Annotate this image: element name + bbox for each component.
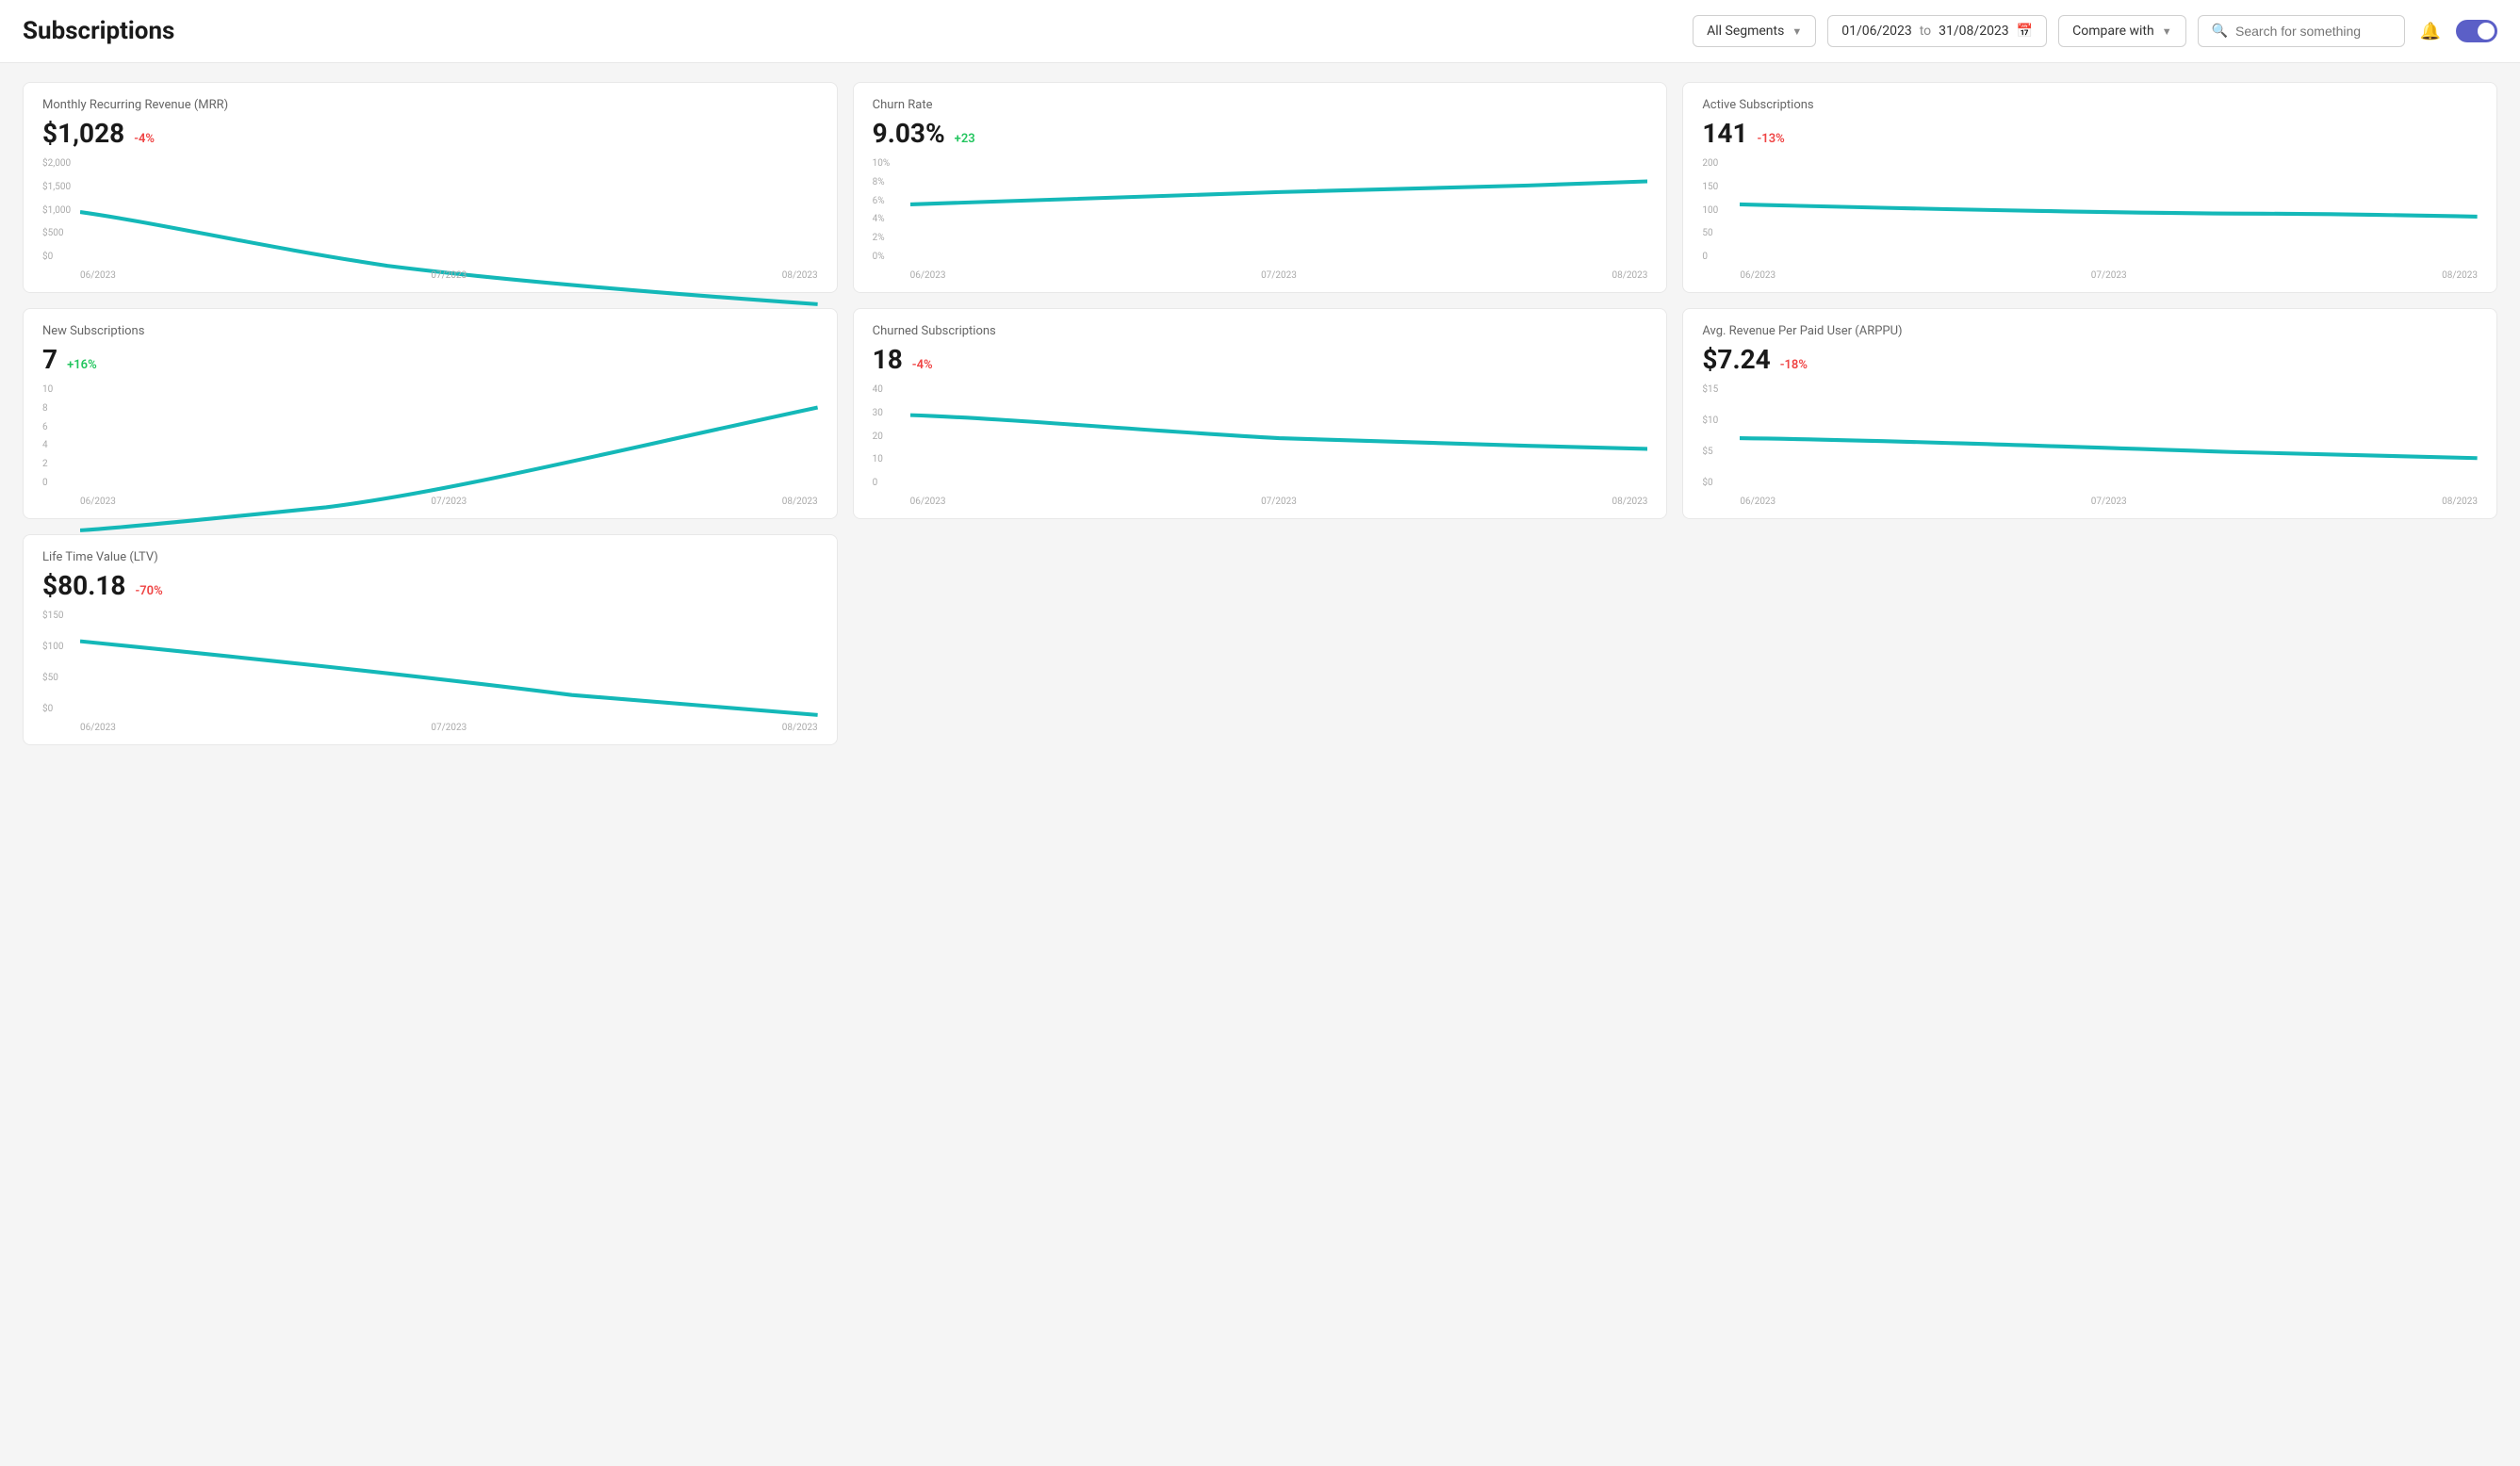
card-active: Active Subscriptions 141 -13% 2001501005… <box>1682 82 2497 293</box>
card-mrr: Monthly Recurring Revenue (MRR) $1,028 -… <box>23 82 838 293</box>
card-badge-churned: -4% <box>912 358 933 372</box>
notification-bell[interactable]: 🔔 <box>2416 18 2445 45</box>
search-box[interactable]: 🔍 <box>2198 15 2405 47</box>
card-value-active: 141 <box>1702 118 1747 149</box>
card-value-new-subs: 7 <box>42 344 57 375</box>
chart-svg-churn <box>910 158 1648 312</box>
chart-y-labels-active: 200150100500 <box>1702 158 1718 262</box>
date-range-picker[interactable]: 01/06/2023 to 31/08/2023 📅 <box>1827 15 2047 47</box>
search-icon: 🔍 <box>2212 24 2228 39</box>
chart-svg-mrr <box>80 158 818 312</box>
card-value-mrr: $1,028 <box>42 118 124 149</box>
card-value-arppu: $7.24 <box>1702 344 1770 375</box>
card-title-churn: Churn Rate <box>873 98 1648 112</box>
chart-x-labels-churn: 06/202307/202308/2023 <box>910 270 1648 281</box>
chart-x-labels-arppu: 06/202307/202308/2023 <box>1740 497 2478 507</box>
chart-x-labels-mrr: 06/202307/202308/2023 <box>80 270 818 281</box>
chart-x-labels-active: 06/202307/202308/2023 <box>1740 270 2478 281</box>
chart-churned: 403020100 06/202307/202308/2023 <box>873 384 1648 507</box>
chart-y-labels-new-subs: 1086420 <box>42 384 53 488</box>
card-value-churned: 18 <box>873 344 903 375</box>
chart-mrr: $2,000$1,500$1,000$500$0 06/202307/20230… <box>42 158 818 281</box>
chart-ltv: $150$100$50$0 06/202307/202308/2023 <box>42 611 818 733</box>
chart-y-labels-mrr: $2,000$1,500$1,000$500$0 <box>42 158 71 262</box>
chart-y-labels-arppu: $15$10$5$0 <box>1702 384 1718 488</box>
page-title: Subscriptions <box>23 17 174 45</box>
chart-svg-arppu <box>1740 384 2478 538</box>
chart-y-labels-ltv: $150$100$50$0 <box>42 611 63 714</box>
date-from: 01/06/2023 <box>1841 24 1912 39</box>
segments-dropdown[interactable]: All Segments ▼ <box>1693 15 1816 47</box>
chart-x-labels-churned: 06/202307/202308/2023 <box>910 497 1648 507</box>
card-badge-new-subs: +16% <box>67 358 97 372</box>
chart-svg-active <box>1740 158 2478 312</box>
segments-label: All Segments <box>1707 24 1784 39</box>
chart-svg-ltv <box>80 611 818 764</box>
chart-new-subs: 1086420 06/202307/202308/2023 <box>42 384 818 507</box>
card-title-arppu: Avg. Revenue Per Paid User (ARPPU) <box>1702 324 2478 338</box>
compare-label: Compare with <box>2072 24 2154 39</box>
card-badge-mrr: -4% <box>134 132 155 146</box>
chart-churn: 10%8%6%4%2%0% 06/202307/202308/2023 <box>873 158 1648 281</box>
theme-toggle[interactable] <box>2456 20 2497 42</box>
card-arppu: Avg. Revenue Per Paid User (ARPPU) $7.24… <box>1682 308 2497 519</box>
card-value-ltv: $80.18 <box>42 570 125 601</box>
card-title-new-subs: New Subscriptions <box>42 324 818 338</box>
chart-arppu: $15$10$5$0 06/202307/202308/2023 <box>1702 384 2478 507</box>
search-input[interactable] <box>2235 24 2391 39</box>
chart-y-labels-churned: 403020100 <box>873 384 883 488</box>
chart-svg-churned <box>910 384 1648 538</box>
chart-x-labels-new-subs: 06/202307/202308/2023 <box>80 497 818 507</box>
card-badge-churn: +23 <box>955 132 975 146</box>
card-title-churned: Churned Subscriptions <box>873 324 1648 338</box>
card-value-churn: 9.03% <box>873 118 945 149</box>
chevron-down-icon-compare: ▼ <box>2162 25 2172 38</box>
card-new-subs: New Subscriptions 7 +16% 1086420 06/2023… <box>23 308 838 519</box>
card-churned: Churned Subscriptions 18 -4% 403020100 0… <box>853 308 1668 519</box>
card-badge-active: -13% <box>1758 132 1785 146</box>
card-title-mrr: Monthly Recurring Revenue (MRR) <box>42 98 818 112</box>
card-ltv: Life Time Value (LTV) $80.18 -70% $150$1… <box>23 534 838 745</box>
chart-svg-new-subs <box>80 384 818 538</box>
card-badge-ltv: -70% <box>135 584 162 598</box>
card-churn: Churn Rate 9.03% +23 10%8%6%4%2%0% 06/20… <box>853 82 1668 293</box>
date-separator: to <box>1920 24 1931 39</box>
compare-dropdown[interactable]: Compare with ▼ <box>2058 15 2185 47</box>
card-title-active: Active Subscriptions <box>1702 98 2478 112</box>
chart-active: 200150100500 06/202307/202308/2023 <box>1702 158 2478 281</box>
calendar-icon: 📅 <box>2017 24 2033 39</box>
chart-x-labels-ltv: 06/202307/202308/2023 <box>80 723 818 733</box>
card-title-ltv: Life Time Value (LTV) <box>42 550 818 564</box>
card-badge-arppu: -18% <box>1780 358 1808 372</box>
chevron-down-icon: ▼ <box>1792 25 1802 38</box>
chart-y-labels-churn: 10%8%6%4%2%0% <box>873 158 891 262</box>
date-to: 31/08/2023 <box>1939 24 2009 39</box>
